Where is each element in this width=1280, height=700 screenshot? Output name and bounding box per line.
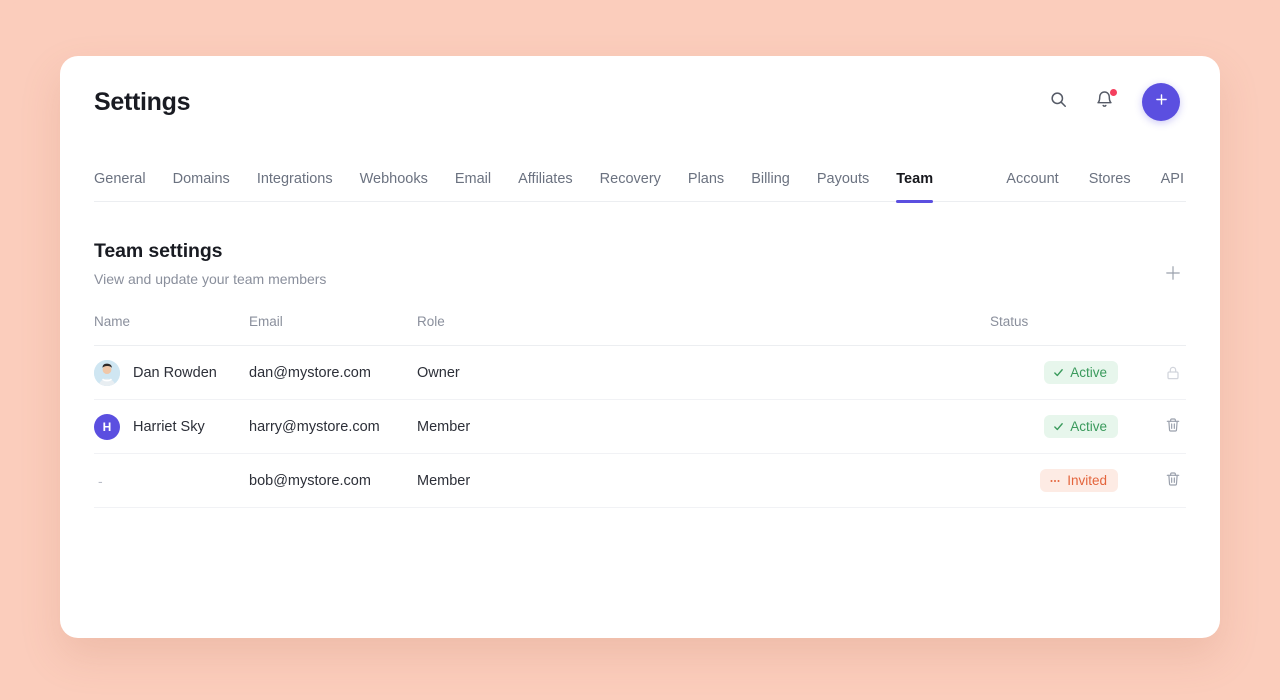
- cell-name: H Harriet Sky: [94, 400, 249, 454]
- status-badge-label: Active: [1070, 420, 1107, 434]
- tab-account[interactable]: Account: [1006, 171, 1058, 201]
- cell-action: [1140, 454, 1186, 508]
- table-header-row: Name Email Role Status: [94, 314, 1186, 346]
- cell-action: [1140, 346, 1186, 400]
- tab-plans[interactable]: Plans: [688, 171, 724, 201]
- member-identity: -: [94, 473, 249, 489]
- cell-role: Owner: [417, 346, 990, 400]
- add-team-member-button[interactable]: [1160, 262, 1186, 288]
- tab-api[interactable]: API: [1161, 171, 1184, 201]
- dots-icon: [1049, 475, 1061, 487]
- plus-icon: [1163, 263, 1183, 288]
- cell-email: harry@mystore.com: [249, 400, 417, 454]
- tab-payouts[interactable]: Payouts: [817, 171, 869, 201]
- column-header-role: Role: [417, 314, 990, 346]
- notifications-button[interactable]: [1090, 88, 1118, 116]
- cell-email: dan@mystore.com: [249, 346, 417, 400]
- member-name: -: [94, 473, 103, 489]
- status-badge-label: Invited: [1067, 474, 1107, 488]
- status-badge-label: Active: [1070, 366, 1107, 380]
- search-button[interactable]: [1044, 88, 1072, 116]
- avatar: [94, 360, 120, 386]
- avatar-photo-icon: [94, 360, 120, 386]
- cell-status: Active: [990, 400, 1140, 454]
- cell-status: Active: [990, 346, 1140, 400]
- check-icon: [1053, 367, 1064, 378]
- section-subtitle: View and update your team members: [94, 271, 326, 287]
- tabs-primary-group: General Domains Integrations Webhooks Em…: [94, 171, 933, 201]
- tab-affiliates[interactable]: Affiliates: [518, 171, 573, 201]
- tabs-bar: General Domains Integrations Webhooks Em…: [60, 154, 1220, 202]
- table-body: Dan Rowden dan@mystore.com Owner: [94, 346, 1186, 508]
- cell-role: Member: [417, 400, 990, 454]
- plus-icon: [1153, 91, 1170, 113]
- cell-name: -: [94, 454, 249, 508]
- column-header-status: Status: [990, 314, 1140, 346]
- section-header: Team settings View and update your team …: [94, 202, 1186, 314]
- column-header-name: Name: [94, 314, 249, 346]
- trash-icon: [1165, 417, 1181, 437]
- status-badge: Active: [1044, 415, 1118, 439]
- cell-email: bob@mystore.com: [249, 454, 417, 508]
- cell-status: Invited: [990, 454, 1140, 508]
- member-name: Harriet Sky: [133, 419, 205, 435]
- table-row[interactable]: Dan Rowden dan@mystore.com Owner: [94, 346, 1186, 400]
- column-header-email: Email: [249, 314, 417, 346]
- member-identity: H Harriet Sky: [94, 414, 249, 440]
- member-identity: Dan Rowden: [94, 360, 249, 386]
- tab-general[interactable]: General: [94, 171, 146, 201]
- table-header: Name Email Role Status: [94, 314, 1186, 346]
- cell-role: Member: [417, 454, 990, 508]
- member-name: Dan Rowden: [133, 365, 217, 381]
- tabs-row: General Domains Integrations Webhooks Em…: [94, 154, 1186, 202]
- settings-card: Settings: [60, 56, 1220, 638]
- section-heading-text: Team settings View and update your team …: [94, 240, 326, 287]
- card-header: Settings: [60, 56, 1220, 148]
- delete-member-button[interactable]: [1160, 468, 1186, 494]
- notification-dot: [1110, 89, 1117, 96]
- table-row[interactable]: - bob@mystore.com Member: [94, 454, 1186, 508]
- cell-action: [1140, 400, 1186, 454]
- tab-billing[interactable]: Billing: [751, 171, 790, 201]
- header-actions: [1044, 83, 1180, 121]
- delete-member-button[interactable]: [1160, 414, 1186, 440]
- search-icon: [1049, 90, 1068, 114]
- table-row[interactable]: H Harriet Sky harry@mystore.com Member: [94, 400, 1186, 454]
- tab-integrations[interactable]: Integrations: [257, 171, 333, 201]
- tab-email[interactable]: Email: [455, 171, 491, 201]
- status-badge: Active: [1044, 361, 1118, 385]
- tab-recovery[interactable]: Recovery: [600, 171, 661, 201]
- cell-name: Dan Rowden: [94, 346, 249, 400]
- trash-icon: [1165, 471, 1181, 491]
- status-badge: Invited: [1040, 469, 1118, 493]
- page-backdrop: Settings: [0, 0, 1280, 700]
- check-icon: [1053, 421, 1064, 432]
- section-title: Team settings: [94, 240, 326, 263]
- team-members-table: Name Email Role Status: [94, 314, 1186, 508]
- tab-domains[interactable]: Domains: [173, 171, 230, 201]
- tab-stores[interactable]: Stores: [1089, 171, 1131, 201]
- lock-icon: [1160, 360, 1186, 386]
- team-settings-section: Team settings View and update your team …: [60, 202, 1220, 508]
- tabs-secondary-group: Account Stores API: [1006, 171, 1186, 201]
- tab-webhooks[interactable]: Webhooks: [360, 171, 428, 201]
- page-title: Settings: [94, 88, 190, 117]
- column-header-action: [1140, 314, 1186, 346]
- add-button[interactable]: [1142, 83, 1180, 121]
- avatar-initial: H: [103, 420, 112, 434]
- tab-team[interactable]: Team: [896, 171, 933, 201]
- avatar: H: [94, 414, 120, 440]
